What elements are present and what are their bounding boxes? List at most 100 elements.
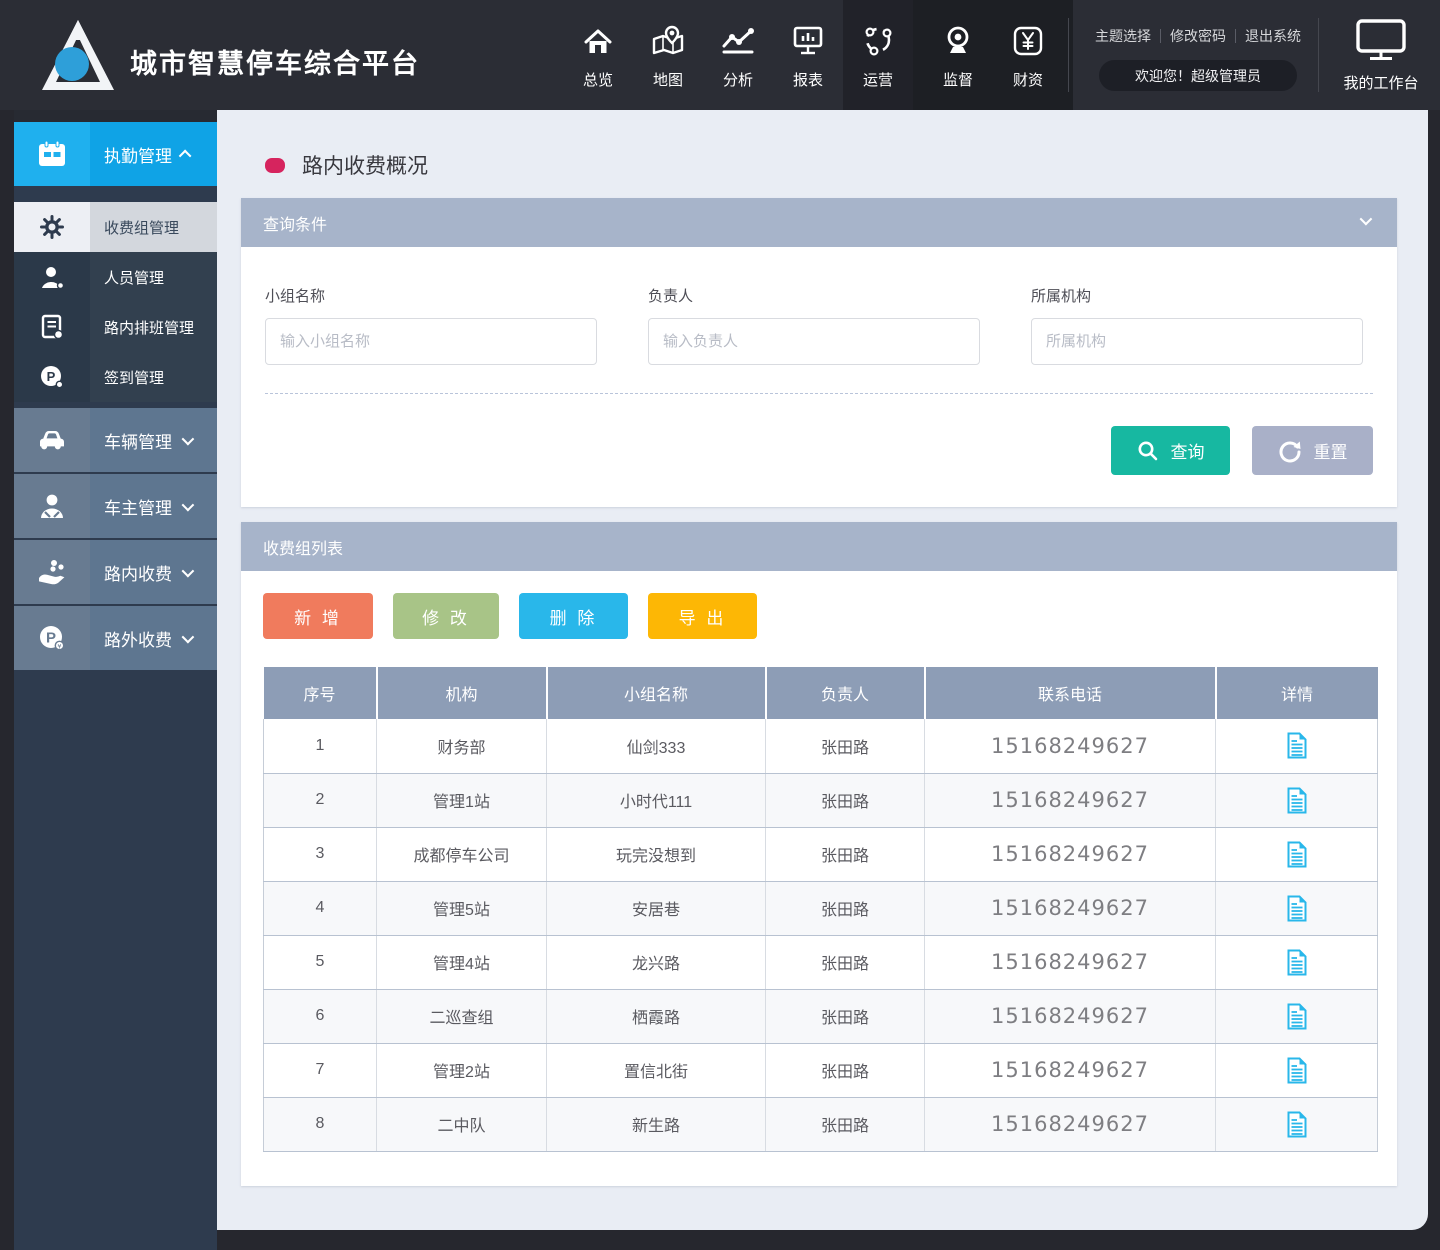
nav-item-finance[interactable]: 财资 xyxy=(993,0,1063,110)
cell-group: 玩完没想到 xyxy=(546,827,766,882)
reset-button[interactable]: 重置 xyxy=(1252,426,1373,475)
cell-no: 6 xyxy=(263,989,377,1044)
detail-document-icon[interactable] xyxy=(1286,732,1308,759)
detail-document-icon[interactable] xyxy=(1286,1057,1308,1084)
cell-group: 龙兴路 xyxy=(546,935,766,990)
sidebar-item-duty-management[interactable]: 执勤管理 xyxy=(14,122,228,186)
gear-icon xyxy=(14,202,90,252)
link-separator xyxy=(1235,29,1236,43)
sidebar-item-label: 收费组管理 xyxy=(104,219,180,237)
col-header-phone: 联系电话 xyxy=(924,667,1217,719)
chevron-down-icon[interactable] xyxy=(1359,212,1373,226)
cell-org: 财务部 xyxy=(376,719,547,774)
organization-label: 所属机构 xyxy=(1031,288,1092,305)
owner-input[interactable] xyxy=(648,318,980,365)
cell-detail xyxy=(1215,935,1378,990)
detail-document-icon[interactable] xyxy=(1286,787,1308,814)
title-bullet xyxy=(265,157,285,173)
chevron-down-icon xyxy=(181,564,195,577)
sidebar-item-label: 车辆管理 xyxy=(104,432,172,452)
nav-item-report[interactable]: 报表 xyxy=(773,0,843,110)
home-icon xyxy=(582,21,614,57)
change-password-link[interactable]: 修改密码 xyxy=(1170,26,1226,46)
schedule-icon xyxy=(14,302,90,352)
detail-document-icon[interactable] xyxy=(1286,895,1308,922)
sidebar-item-label: 路内排班管理 xyxy=(104,319,195,337)
cell-detail xyxy=(1215,719,1378,774)
field-group-name: 小组名称 xyxy=(265,285,597,365)
svg-text:¥: ¥ xyxy=(57,642,61,650)
detail-document-icon[interactable] xyxy=(1286,949,1308,976)
sidebar-item-vehicle-management[interactable]: 车辆管理 xyxy=(14,408,217,472)
nav-item-operations[interactable]: 运营 xyxy=(843,0,913,110)
col-header-owner: 负责人 xyxy=(765,667,926,719)
organization-input[interactable] xyxy=(1031,318,1363,365)
fee-group-list-panel: 收费组列表 新 增 修 改 删 除 导 出 序号 机构 小组名称 负责人 联系电… xyxy=(241,522,1397,1186)
sidebar-item-owner-management[interactable]: 车主管理 xyxy=(14,474,217,538)
group-name-input[interactable] xyxy=(265,318,597,365)
cell-phone: 15168249627 xyxy=(924,1097,1216,1152)
query-panel-header[interactable]: 查询条件 xyxy=(241,198,1397,247)
main-nav: 总览 地图 分析 报表 运营 监督 财资 xyxy=(563,0,1073,110)
sidebar-item-offroad-charging[interactable]: P ¥ 路外收费 xyxy=(14,606,217,670)
map-icon xyxy=(651,21,685,57)
app-title: 城市智慧停车综合平台 xyxy=(130,49,420,79)
detail-document-icon[interactable] xyxy=(1286,1003,1308,1030)
sidebar-item-fee-group-management[interactable]: 收费组管理 xyxy=(14,202,217,252)
cell-phone: 15168249627 xyxy=(924,719,1216,774)
sidebar-item-label: 路内收费 xyxy=(104,564,172,584)
sidebar-item-roadside-charging[interactable]: 路内收费 xyxy=(14,540,217,604)
link-separator xyxy=(1160,29,1161,43)
theme-select-link[interactable]: 主题选择 xyxy=(1095,26,1151,46)
cell-owner: 张田路 xyxy=(765,989,925,1044)
welcome-badge: 欢迎您！超级管理员 xyxy=(1099,60,1297,91)
nav-item-supervise[interactable]: 监督 xyxy=(923,0,993,110)
cell-detail xyxy=(1215,773,1378,828)
detail-document-icon[interactable] xyxy=(1286,841,1308,868)
top-header: 城市智慧停车综合平台 总览 地图 分析 报表 运营 监督 财资 主题选择 修改密… xyxy=(0,0,1440,110)
logout-link[interactable]: 退出系统 xyxy=(1245,26,1301,46)
page-title: 路内收费概况 xyxy=(302,155,428,178)
table-row: 7 管理2站 置信北街 张田路 15168249627 xyxy=(263,1043,1378,1098)
table-body: 1 财务部 仙剑333 张田路 15168249627 2 管理1站 小时代11… xyxy=(263,719,1378,1152)
cell-detail xyxy=(1215,1097,1378,1152)
sidebar-item-checkin-management[interactable]: P 签到管理 xyxy=(14,352,217,402)
cell-org: 管理2站 xyxy=(376,1043,547,1098)
cell-phone: 15168249627 xyxy=(924,935,1216,990)
table-row: 1 财务部 仙剑333 张田路 15168249627 xyxy=(263,719,1378,774)
cell-group: 栖霞路 xyxy=(546,989,766,1044)
col-header-no: 序号 xyxy=(263,667,378,719)
search-button-label: 查询 xyxy=(1170,443,1205,462)
export-button[interactable]: 导 出 xyxy=(648,593,757,639)
edit-button[interactable]: 修 改 xyxy=(393,593,499,639)
header-divider xyxy=(1068,18,1069,92)
cell-owner: 张田路 xyxy=(765,881,925,936)
main-content: 路内收费概况 查询条件 小组名称 负责人 所属机构 xyxy=(217,110,1428,1230)
sidebar-item-personnel-management[interactable]: 人员管理 xyxy=(14,252,217,302)
cell-group: 仙剑333 xyxy=(546,719,766,774)
cell-detail xyxy=(1215,1043,1378,1098)
my-workbench-button[interactable]: 我的工作台 xyxy=(1322,0,1440,110)
sidebar-item-roadside-shift-management[interactable]: 路内排班管理 xyxy=(14,302,217,352)
table-row: 5 管理4站 龙兴路 张田路 15168249627 xyxy=(263,935,1378,990)
cell-no: 2 xyxy=(263,773,377,828)
field-owner: 负责人 xyxy=(648,285,980,365)
nav-item-analysis[interactable]: 分析 xyxy=(703,0,773,110)
add-button[interactable]: 新 增 xyxy=(263,593,373,639)
cell-detail xyxy=(1215,827,1378,882)
table-row: 4 管理5站 安居巷 张田路 15168249627 xyxy=(263,881,1378,936)
cell-owner: 张田路 xyxy=(765,719,925,774)
detail-document-icon[interactable] xyxy=(1286,1111,1308,1138)
fee-group-table: 序号 机构 小组名称 负责人 联系电话 详情 1 财务部 仙剑333 张田路 1… xyxy=(263,667,1378,1152)
search-button[interactable]: 查询 xyxy=(1111,426,1230,475)
sidebar-spacer xyxy=(14,110,217,122)
header-links: 主题选择 修改密码 退出系统 xyxy=(1088,26,1308,46)
nav-item-map[interactable]: 地图 xyxy=(633,0,703,110)
query-panel: 查询条件 小组名称 负责人 所属机构 xyxy=(241,198,1397,507)
nav-item-overview[interactable]: 总览 xyxy=(563,0,633,110)
cell-no: 8 xyxy=(263,1097,377,1152)
delete-button[interactable]: 删 除 xyxy=(519,593,628,639)
cell-org: 管理4站 xyxy=(376,935,547,990)
table-row: 3 成都停车公司 玩完没想到 张田路 15168249627 xyxy=(263,827,1378,882)
cell-org: 成都停车公司 xyxy=(376,827,547,882)
